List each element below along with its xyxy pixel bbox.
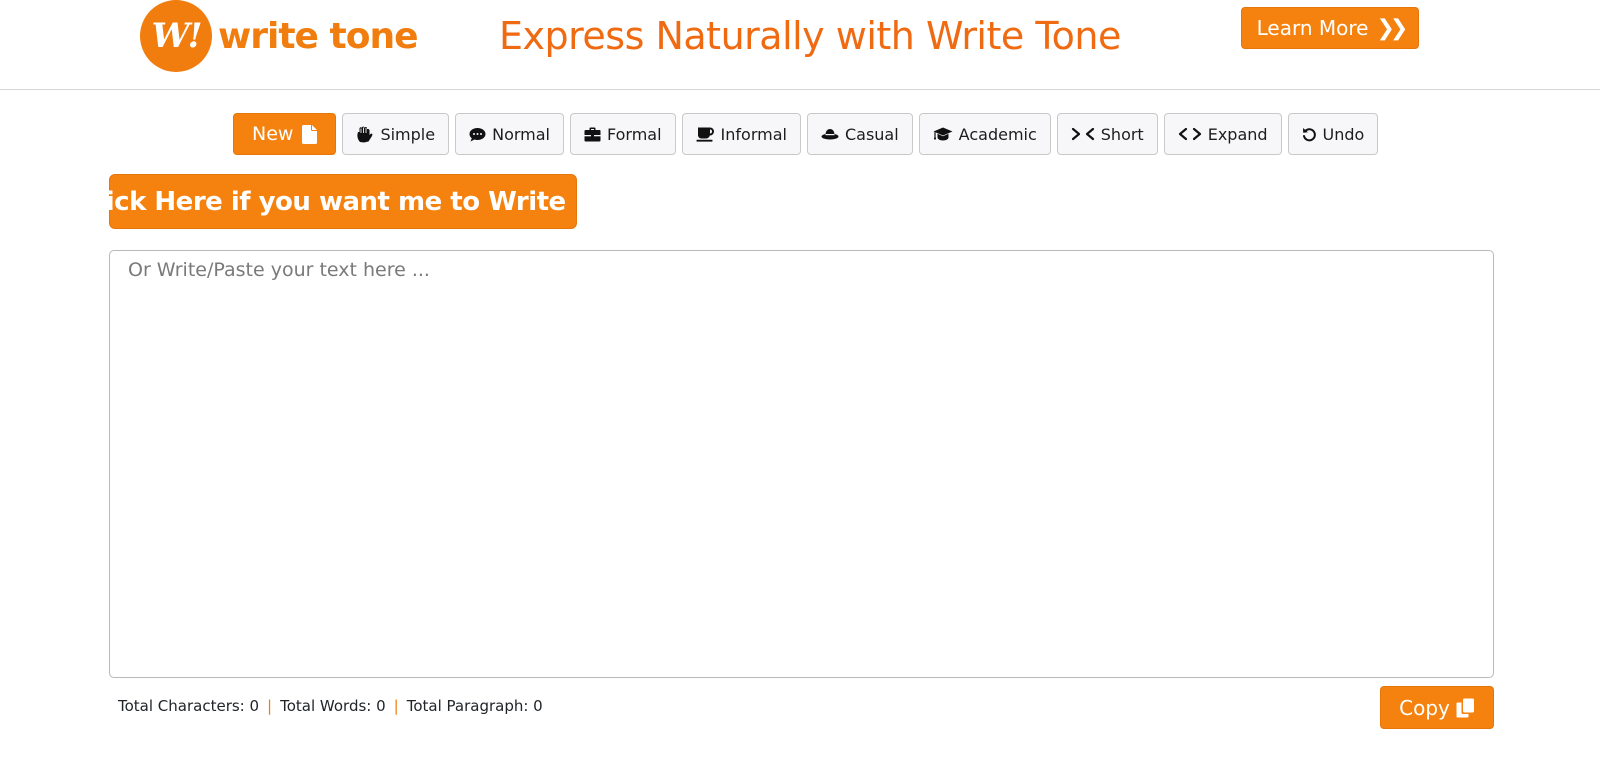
academic-label: Academic — [958, 124, 1037, 144]
new-button[interactable]: New — [233, 113, 337, 155]
code-icon — [1178, 127, 1201, 141]
learn-more-label: Learn More — [1256, 16, 1369, 40]
file-icon — [302, 124, 318, 144]
graduation-cap-icon — [933, 127, 953, 140]
logo[interactable]: W! write tone — [140, 0, 418, 72]
site-header: W! write tone Express Naturally with Wri… — [0, 0, 1600, 90]
hat-icon — [821, 128, 839, 139]
copy-label: Copy — [1399, 695, 1450, 720]
double-chevron-right-icon: ❯❯ — [577, 186, 614, 217]
double-chevron-right-icon: ❯❯ — [1376, 15, 1408, 41]
stats-separator: | — [393, 697, 399, 715]
logo-text: write tone — [218, 15, 418, 57]
academic-button[interactable]: Academic — [918, 113, 1051, 155]
page-tagline: Express Naturally with Write Tone — [499, 14, 1121, 58]
casual-label: Casual — [844, 124, 899, 144]
informal-button[interactable]: Informal — [681, 113, 801, 155]
logo-mark: W! — [140, 0, 212, 72]
hand-icon — [357, 126, 373, 142]
undo-icon — [1302, 127, 1316, 141]
normal-button[interactable]: Normal — [455, 113, 564, 155]
casual-button[interactable]: Casual — [806, 113, 913, 155]
copy-button[interactable]: Copy — [1380, 686, 1494, 729]
compress-icon — [1071, 127, 1094, 141]
text-statistics: Total Characters: 0 | Total Words: 0 | T… — [118, 697, 543, 715]
comment-icon — [469, 127, 486, 141]
short-button[interactable]: Short — [1056, 113, 1158, 155]
formal-label: Formal — [606, 124, 662, 144]
undo-label: Undo — [1322, 124, 1365, 144]
simple-button[interactable]: Simple — [342, 113, 450, 155]
new-label: New — [252, 123, 294, 145]
copy-icon — [1456, 698, 1474, 717]
mug-icon — [696, 127, 714, 142]
formal-button[interactable]: Formal — [569, 113, 676, 155]
total-words: Total Words: 0 — [280, 697, 386, 715]
informal-label: Informal — [720, 124, 787, 144]
write-for-me-label: Click Here if you want me to Write — [78, 186, 566, 217]
undo-button[interactable]: Undo — [1287, 113, 1379, 155]
briefcase-icon — [584, 127, 601, 141]
learn-more-button[interactable]: Learn More ❯❯ — [1241, 7, 1419, 49]
total-characters: Total Characters: 0 — [118, 697, 260, 715]
text-editor[interactable] — [109, 250, 1494, 678]
stats-separator: | — [267, 697, 273, 715]
normal-label: Normal — [492, 124, 550, 144]
tone-toolbar: New Simple Normal Formal Informal Casual… — [233, 113, 1379, 155]
total-paragraph: Total Paragraph: 0 — [406, 697, 543, 715]
expand-label: Expand — [1207, 124, 1268, 144]
simple-label: Simple — [380, 124, 436, 144]
short-label: Short — [1100, 124, 1144, 144]
expand-button[interactable]: Expand — [1163, 113, 1282, 155]
write-for-me-button[interactable]: Click Here if you want me to Write ❯❯ — [79, 174, 614, 229]
